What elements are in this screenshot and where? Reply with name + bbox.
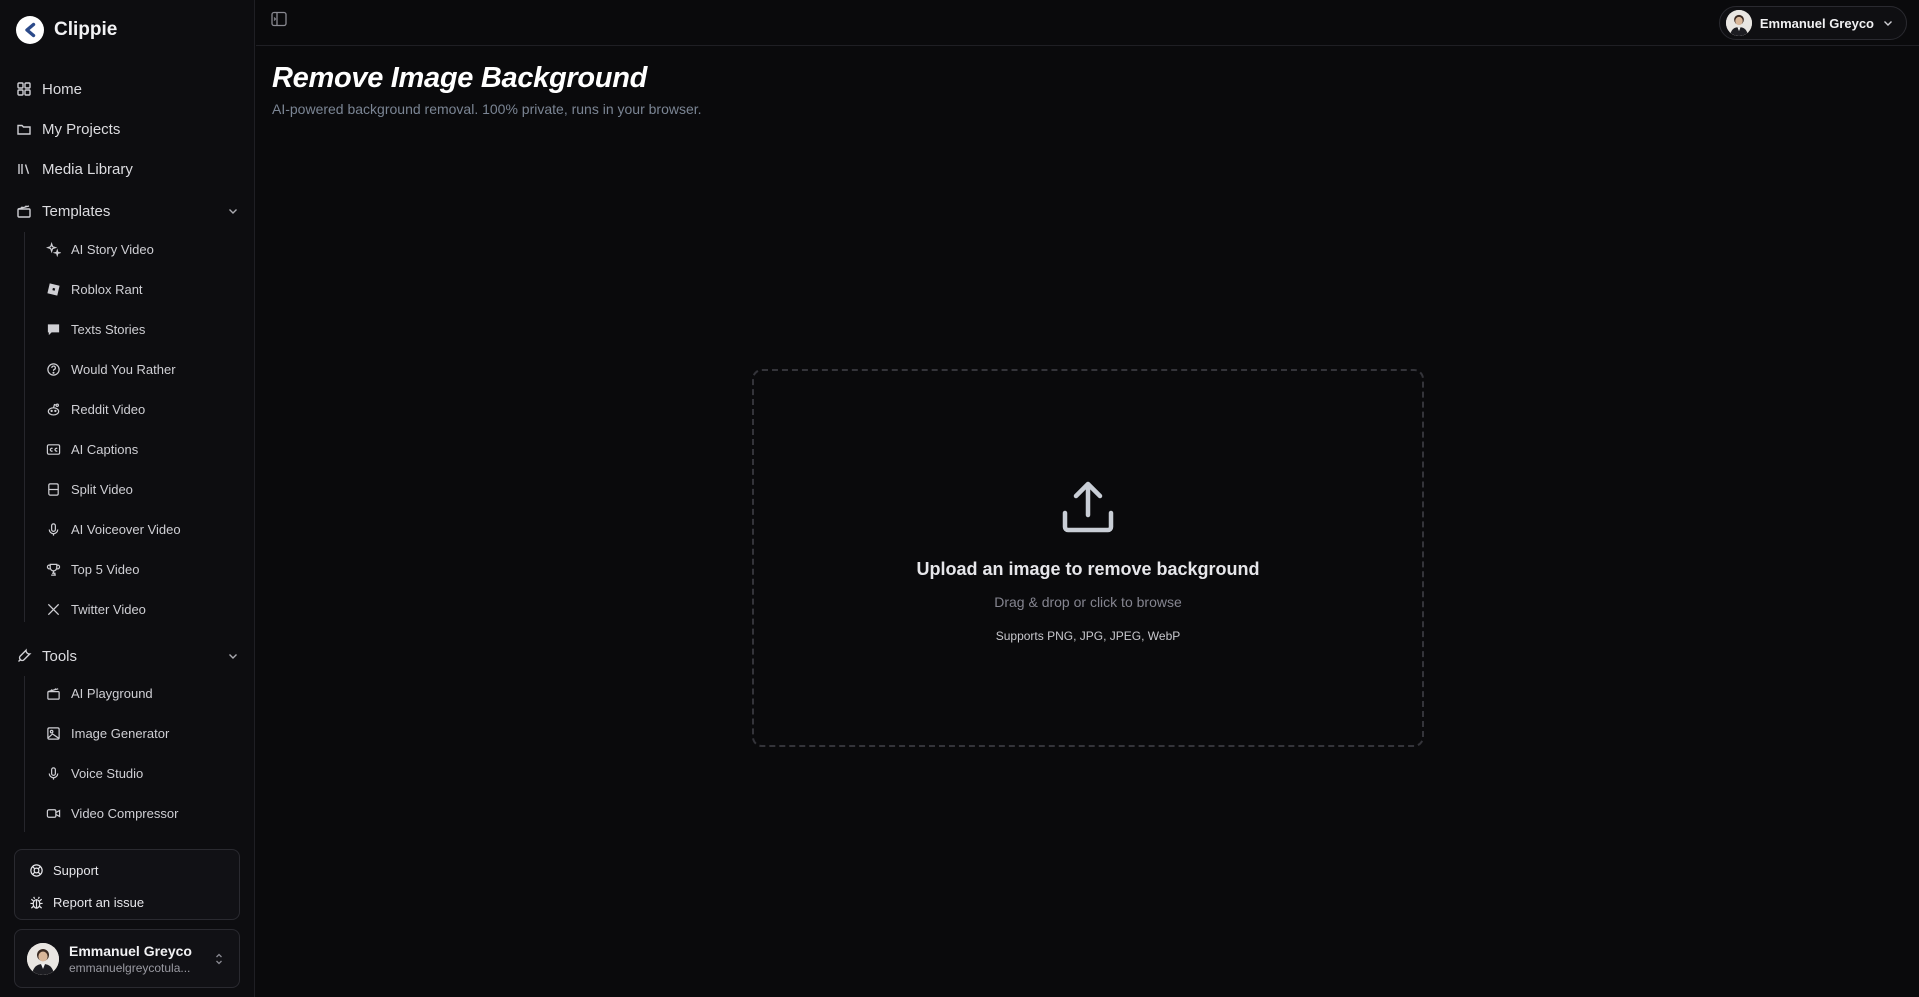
template-item-label: AI Story Video [71, 241, 154, 257]
page-title: Remove Image Background [272, 62, 648, 94]
nav-media-library-label: Media Library [42, 160, 133, 178]
upload-title: Upload an image to remove background [916, 559, 1260, 579]
tool-item-ai-playground[interactable]: AI Playground [46, 682, 153, 704]
template-item-split-video[interactable]: Split Video [46, 478, 133, 500]
avatar [27, 942, 59, 975]
support-label: Support [53, 862, 99, 878]
account-menu-button[interactable]: Emmanuel Greyco [1718, 6, 1907, 40]
split-icon [48, 482, 59, 496]
tool-item-label: Voice Studio [71, 765, 144, 781]
template-item-label: Split Video [71, 481, 133, 497]
tool-item-label: AI Playground [71, 685, 153, 701]
template-item-label: Roblox Rant [71, 281, 143, 297]
support-link[interactable]: Support [29, 860, 99, 880]
template-item-label: AI Voiceover Video [71, 521, 181, 537]
user-email: emmanuelgreycotula... [69, 960, 191, 975]
trophy-icon [46, 563, 61, 576]
nav-my-projects[interactable]: My Projects [16, 117, 120, 141]
tool-item-label: Image Generator [71, 725, 170, 741]
bug-icon [30, 896, 43, 909]
help-circle-icon [47, 362, 60, 376]
help-box: Support Report an issue [14, 849, 240, 920]
template-item-roblox-rant[interactable]: Roblox Rant [46, 278, 143, 300]
tools-tree-line [24, 676, 25, 832]
captions-icon [46, 443, 61, 455]
template-item-label: Top 5 Video [71, 561, 140, 577]
sparkles-icon [46, 241, 61, 257]
tools-section-toggle[interactable]: Tools [16, 644, 239, 668]
user-account-card[interactable]: Emmanuel Greyco emmanuelgreycotula... [14, 929, 240, 988]
nav-media-library[interactable]: Media Library [16, 157, 133, 181]
chevron-down-icon [229, 654, 237, 659]
upload-dropzone[interactable]: Upload an image to remove background Dra… [752, 369, 1424, 747]
clapperboard-icon [17, 205, 31, 218]
brand-name: Clippie [54, 19, 118, 40]
sidebar-toggle-icon[interactable] [270, 10, 288, 28]
report-issue-label: Report an issue [53, 894, 145, 910]
roblox-icon [47, 282, 60, 296]
account-name: Emmanuel Greyco [1759, 15, 1874, 31]
template-item-reddit-video[interactable]: Reddit Video [46, 398, 145, 420]
upload-formats: Supports PNG, JPG, JPEG, WebP [995, 629, 1181, 643]
upload-hint: Drag & drop or click to browse [994, 594, 1182, 610]
tool-item-voice-studio[interactable]: Voice Studio [46, 762, 143, 784]
video-camera-icon [46, 808, 61, 818]
template-item-twitter-video[interactable]: Twitter Video [46, 598, 146, 620]
page-subtitle: AI-powered background removal. 100% priv… [272, 101, 702, 117]
templates-tree-line [24, 232, 25, 622]
user-name: Emmanuel Greyco [69, 942, 192, 959]
brand[interactable]: Clippie [16, 16, 117, 44]
template-item-texts-stories[interactable]: Texts Stories [46, 318, 145, 340]
grid-icon [17, 82, 31, 96]
folder-icon [17, 124, 31, 135]
template-item-label: Texts Stories [71, 321, 146, 337]
template-item-label: Would You Rather [71, 361, 176, 377]
template-item-label: Reddit Video [71, 401, 146, 417]
library-icon [18, 164, 30, 175]
life-buoy-icon [30, 863, 43, 877]
templates-section-toggle[interactable]: Templates [16, 199, 239, 223]
tools-label: Tools [42, 647, 78, 665]
template-item-top-5-video[interactable]: Top 5 Video [46, 558, 139, 580]
tool-item-label: Video Compressor [71, 805, 179, 821]
reddit-icon [47, 403, 60, 416]
template-item-ai-story-video[interactable]: AI Story Video [46, 238, 154, 260]
template-item-ai-voiceover-video[interactable]: AI Voiceover Video [46, 518, 181, 540]
template-item-label: Twitter Video [71, 601, 146, 617]
chevron-down-icon [229, 209, 237, 214]
template-item-label: AI Captions [71, 441, 139, 457]
templates-label: Templates [42, 202, 111, 220]
tool-item-image-generator[interactable]: Image Generator [46, 722, 169, 744]
sidebar: Clippie Home My Projects Media Library T… [0, 0, 255, 997]
template-item-would-you-rather[interactable]: Would You Rather [46, 358, 176, 380]
clapperboard-icon [47, 687, 60, 700]
nav-home[interactable]: Home [16, 77, 82, 101]
image-icon [47, 726, 60, 740]
microphone-icon [48, 766, 59, 780]
nav-home-label: Home [42, 80, 83, 98]
x-twitter-icon [47, 603, 60, 615]
avatar [1725, 10, 1752, 36]
chevron-down-icon [1884, 21, 1892, 26]
topbar: Emmanuel Greyco [256, 0, 1919, 46]
template-item-ai-captions[interactable]: AI Captions [46, 438, 138, 460]
wrench-icon [18, 648, 32, 662]
upload-icon [1062, 481, 1114, 533]
report-issue-link[interactable]: Report an issue [29, 892, 144, 912]
nav-my-projects-label: My Projects [42, 120, 121, 138]
tool-item-video-compressor[interactable]: Video Compressor [46, 802, 178, 824]
microphone-icon [48, 522, 59, 536]
chevrons-up-down-icon [216, 953, 222, 965]
message-icon [47, 323, 60, 335]
clippie-logo-icon [16, 16, 44, 44]
